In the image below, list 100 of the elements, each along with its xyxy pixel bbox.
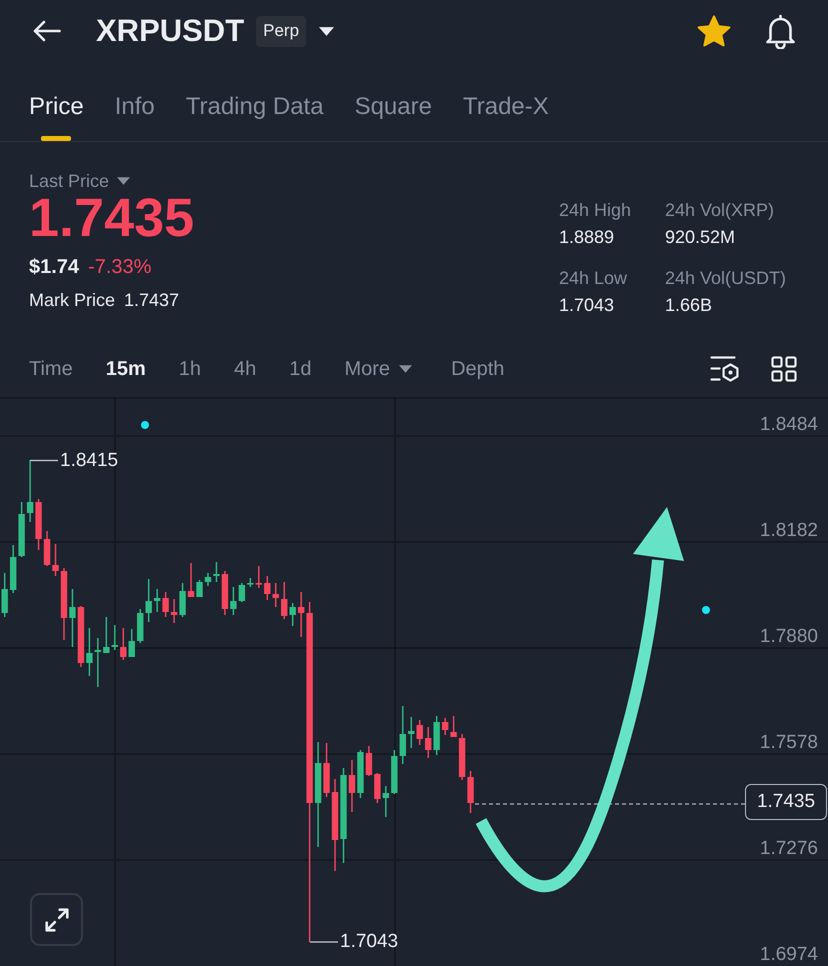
rising-candlestick	[154, 589, 160, 612]
rising-candlestick	[196, 580, 203, 597]
falling-candlestick	[366, 746, 372, 776]
symbol-title: XRPUSDT	[96, 13, 244, 49]
stat-value: 920.52M	[665, 226, 736, 249]
price-axis-label: 1.8182	[760, 520, 818, 542]
falling-candlestick	[170, 599, 178, 623]
rising-candlestick	[10, 545, 16, 593]
falling-candlestick	[78, 606, 84, 667]
rising-candlestick	[400, 706, 406, 764]
rising-candlestick	[18, 502, 25, 557]
falling-candlestick	[442, 718, 448, 735]
stat-value: 1.7043	[559, 294, 614, 317]
rising-candlestick	[230, 587, 237, 615]
tab[interactable]: Trading Data	[186, 91, 324, 141]
rising-candlestick	[112, 625, 118, 650]
rising-candlestick	[247, 578, 254, 587]
price-axis-label: 1.8484	[760, 414, 818, 436]
falling-candlestick	[264, 576, 270, 600]
high-price-marker: 1.8415	[60, 450, 118, 472]
tab[interactable]: Price	[29, 91, 84, 141]
rising-candlestick	[94, 638, 102, 687]
falling-candlestick	[120, 628, 126, 660]
rising-candlestick	[238, 583, 246, 602]
last-price: 1.7435	[29, 190, 194, 246]
falling-candlestick	[458, 734, 466, 780]
rising-candlestick	[103, 617, 110, 653]
rising-candlestick	[204, 573, 212, 586]
falling-candlestick	[348, 760, 356, 812]
falling-candlestick	[44, 531, 50, 566]
low-price-marker: 1.7043	[340, 931, 398, 953]
tab[interactable]: Trade-X	[462, 91, 549, 141]
rising-candlestick	[69, 589, 76, 647]
rising-candlestick	[128, 629, 135, 657]
dropdown-caret-icon[interactable]	[319, 26, 334, 36]
falling-candlestick	[450, 716, 457, 737]
falling-candlestick	[162, 592, 169, 617]
rising-candlestick	[357, 750, 364, 798]
high-price-leader	[30, 460, 58, 462]
indicator-settings-icon[interactable]	[710, 355, 740, 382]
more-intervals-dropdown[interactable]: More	[344, 356, 412, 380]
falling-candlestick	[35, 499, 42, 550]
falling-candlestick	[416, 720, 423, 745]
star-icon[interactable]	[697, 15, 731, 47]
falling-candlestick	[60, 568, 68, 640]
falling-candlestick	[281, 582, 288, 619]
tab[interactable]: Square	[354, 91, 432, 141]
falling-candlestick	[188, 563, 194, 597]
rising-candlestick	[289, 603, 296, 626]
stat-value: 1.8889	[559, 226, 614, 249]
marker-dot-icon	[702, 606, 710, 614]
falling-candlestick	[298, 592, 304, 637]
falling-candlestick	[52, 544, 59, 576]
price-axis-label: 1.7276	[760, 838, 818, 860]
stat-label: 24h Vol(XRP)	[665, 199, 774, 222]
mark-price-label: Mark Price	[29, 289, 116, 312]
tab[interactable]: Info	[114, 91, 155, 141]
interval-option[interactable]: 4h	[234, 356, 256, 380]
last-price-tag: 1.7435	[745, 784, 827, 820]
usd-price: $1.74	[29, 255, 80, 279]
stat-label: 24h High	[559, 199, 632, 222]
low-price-leader	[310, 941, 338, 943]
rising-candlestick	[2, 573, 8, 617]
stat-value: 1.66B	[665, 294, 712, 317]
interval-option[interactable]: 1d	[289, 356, 312, 380]
falling-candlestick	[222, 571, 228, 615]
price-axis-label: 1.7578	[760, 732, 818, 754]
expand-icon	[44, 906, 70, 932]
price-axis-label: 1.7880	[760, 626, 818, 648]
rising-candlestick	[382, 786, 390, 817]
rising-candlestick	[137, 609, 144, 643]
falling-candlestick	[323, 743, 330, 797]
grid-layout-icon[interactable]	[771, 356, 797, 382]
rising-candlestick	[26, 460, 34, 522]
falling-candlestick	[256, 566, 262, 588]
interval-option[interactable]: Time	[29, 356, 73, 380]
expand-button[interactable]	[30, 893, 83, 946]
rising-candlestick	[179, 583, 186, 617]
bell-icon[interactable]	[764, 14, 797, 48]
back-arrow-icon[interactable]	[33, 20, 61, 42]
last-price-selector[interactable]: Last Price	[29, 169, 130, 193]
marker-dot-icon	[141, 421, 149, 429]
stat-label: 24h Vol(USDT)	[665, 267, 786, 290]
price-change: -7.33%	[88, 255, 152, 279]
rising-candlestick	[146, 579, 152, 622]
falling-candlestick	[272, 583, 279, 607]
contract-type-badge: Perp	[256, 16, 306, 46]
rising-candlestick	[213, 562, 220, 582]
depth-view-tab[interactable]: Depth	[451, 356, 504, 380]
interval-option[interactable]: 15m	[106, 356, 146, 380]
stat-label: 24h Low	[559, 267, 628, 290]
rising-candlestick	[433, 716, 440, 755]
interval-option[interactable]: 1h	[178, 356, 201, 380]
rising-candlestick	[391, 750, 398, 794]
falling-candlestick	[425, 727, 432, 758]
rising-candlestick	[408, 717, 414, 748]
falling-candlestick	[374, 773, 381, 803]
mark-price: 1.7437	[124, 289, 180, 312]
rising-candlestick	[86, 628, 93, 676]
price-axis-label: 1.6974	[760, 944, 818, 966]
